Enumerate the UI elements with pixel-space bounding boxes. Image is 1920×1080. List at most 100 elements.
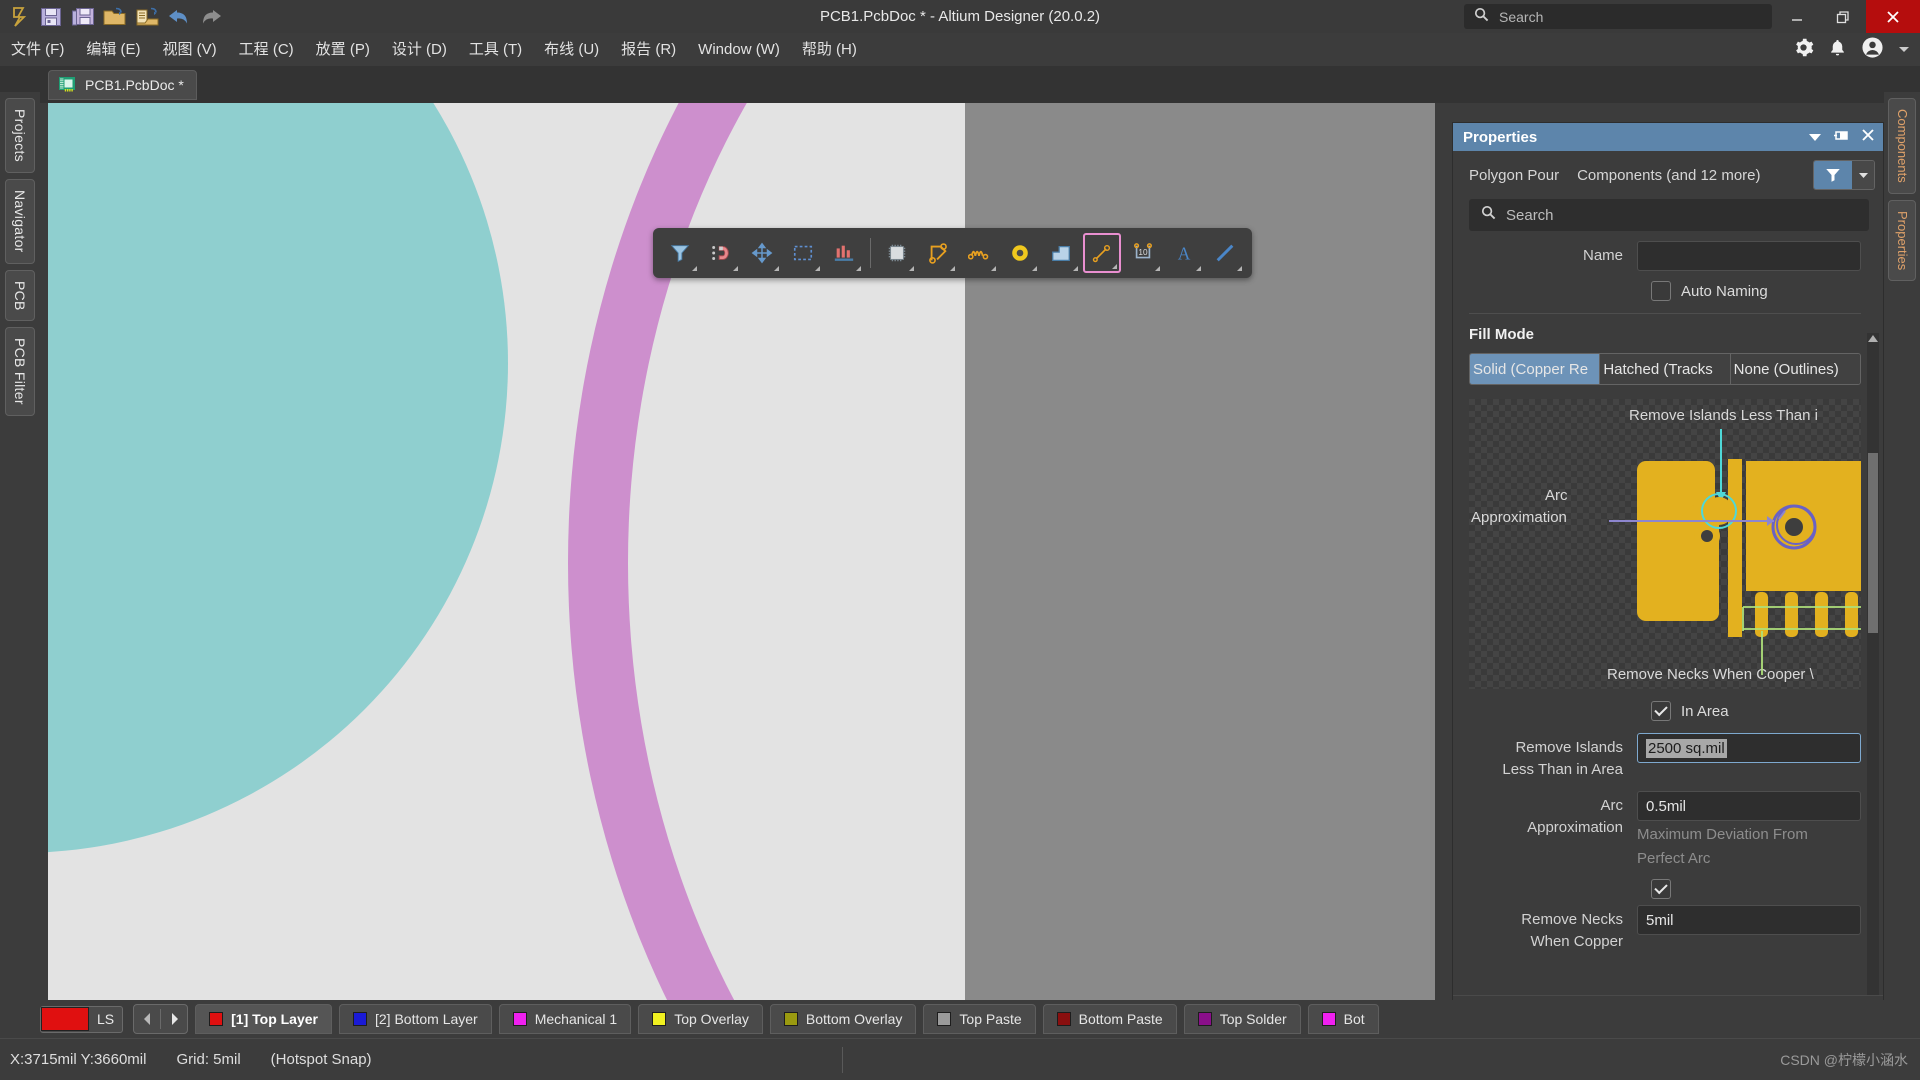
in-area-label: In Area (1681, 702, 1729, 720)
line-point-icon[interactable] (1083, 233, 1121, 273)
chevron-down-icon[interactable] (1808, 129, 1822, 146)
properties-scrollbar-thumb[interactable] (1868, 453, 1878, 633)
undo-icon[interactable] (164, 3, 194, 31)
menu-project[interactable]: 工程 (C) (228, 33, 305, 66)
route-track-icon[interactable] (919, 233, 957, 273)
chevron-left-icon[interactable] (134, 1005, 160, 1033)
snap-magnet-icon[interactable] (702, 233, 740, 273)
layer-tab-mechanical-1[interactable]: Mechanical 1 (498, 1004, 632, 1034)
pcb-canvas[interactable]: 10 A (48, 103, 1435, 1008)
layer-tab-top-overlay[interactable]: Top Overlay (638, 1004, 763, 1034)
properties-search-input[interactable]: Search (1469, 199, 1869, 231)
sidebar-item-navigator[interactable]: Navigator (5, 178, 35, 264)
auto-naming-checkbox[interactable] (1651, 281, 1671, 301)
menu-tools[interactable]: 工具 (T) (458, 33, 533, 66)
properties-scrollbar[interactable] (1867, 333, 1879, 995)
title-bar: PCB1.PcbDoc * - Altium Designer (20.0.2)… (0, 0, 1920, 33)
arc-approximation-input[interactable]: 0.5mil (1637, 791, 1861, 821)
menu-place[interactable]: 放置 (P) (305, 33, 381, 66)
menu-window[interactable]: Window (W) (687, 33, 791, 66)
in-area-checkbox[interactable] (1651, 701, 1671, 721)
close-button[interactable] (1866, 0, 1920, 33)
remove-necks-input[interactable]: 5mil (1637, 905, 1861, 935)
sidebar-item-pcb-filter[interactable]: PCB Filter (5, 327, 35, 417)
minimize-button[interactable] (1774, 0, 1820, 33)
svg-text:10: 10 (1138, 248, 1148, 257)
chevron-right-icon[interactable] (161, 1005, 187, 1033)
fill-mode-segmented-control: Solid (Copper Re Hatched (Tracks None (O… (1469, 353, 1861, 385)
save-all-icon[interactable] (68, 3, 98, 31)
restore-button[interactable] (1820, 0, 1866, 33)
menu-design[interactable]: 设计 (D) (381, 33, 458, 66)
name-row: Name (1469, 241, 1861, 271)
layer-tab-bottom-layer[interactable]: [2] Bottom Layer (339, 1004, 492, 1034)
altium-logo-icon[interactable] (4, 3, 34, 31)
sidebar-item-projects[interactable]: Projects (5, 98, 35, 173)
save-icon[interactable] (36, 3, 66, 31)
object-type-polygon-pour[interactable]: Polygon Pour (1469, 167, 1559, 184)
status-bar: X:3715mil Y:3660mil Grid: 5mil (Hotspot … (0, 1038, 1920, 1080)
status-divider (841, 1046, 843, 1073)
sidebar-item-components[interactable]: Components (1888, 98, 1916, 194)
polygon-pour-icon[interactable] (1042, 233, 1080, 273)
document-tab-strip: PCB1.PcbDoc * (0, 66, 1920, 103)
menu-view[interactable]: 视图 (V) (152, 33, 228, 66)
open-icon[interactable] (100, 3, 130, 31)
layer-tab-top-solder[interactable]: Top Solder (1183, 1004, 1301, 1034)
menu-route[interactable]: 布线 (U) (533, 33, 610, 66)
dimension-icon[interactable]: 10 (1124, 233, 1162, 273)
chevron-down-icon[interactable] (1852, 161, 1874, 189)
layer-tab-label: Bottom Paste (1078, 1011, 1163, 1027)
menu-file[interactable]: 文件 (F) (0, 33, 75, 66)
altium-designer-window: PCB1.PcbDoc * - Altium Designer (20.0.2)… (0, 0, 1920, 1080)
remove-islands-row: Remove Islands Less Than in Area 2500 sq… (1469, 733, 1861, 781)
name-input[interactable] (1637, 241, 1861, 271)
filter-icon[interactable] (1814, 161, 1852, 189)
dock-icon[interactable] (1834, 129, 1849, 146)
redo-icon[interactable] (196, 3, 226, 31)
sidebar-item-pcb[interactable]: PCB (5, 269, 35, 322)
remove-necks-label: Remove Necks When Copper (1469, 905, 1637, 953)
layer-tab-bottom-solder[interactable]: Bot (1307, 1004, 1379, 1034)
remove-islands-input[interactable]: 2500 sq.mil (1637, 733, 1861, 763)
sidebar-item-properties[interactable]: Properties (1888, 199, 1916, 281)
remove-islands-field-wrap: 2500 sq.mil (1637, 733, 1861, 763)
layer-tab-top-layer[interactable]: [1] Top Layer (195, 1004, 332, 1034)
selection-box-icon[interactable] (784, 233, 822, 273)
menu-help[interactable]: 帮助 (H) (791, 33, 868, 66)
right-panel-rail: Components Properties (1884, 92, 1920, 1022)
properties-panel: Properties Polygon Pour Components (and … (1452, 122, 1884, 1022)
via-icon[interactable] (1001, 233, 1039, 273)
layer-tab-top-paste[interactable]: Top Paste (923, 1004, 1036, 1034)
bell-icon[interactable] (1828, 37, 1847, 63)
layer-sets-selector[interactable]: LS (40, 1005, 124, 1033)
open-document-icon[interactable] (132, 3, 162, 31)
layer-tab-label: [1] Top Layer (231, 1011, 318, 1027)
gear-icon[interactable] (1793, 37, 1814, 63)
menu-edit[interactable]: 编辑 (E) (75, 33, 151, 66)
layer-tab-bottom-paste[interactable]: Bottom Paste (1042, 1004, 1177, 1034)
document-tab-pcb1[interactable]: PCB1.PcbDoc * (48, 70, 197, 100)
filter-icon[interactable] (661, 233, 699, 273)
layer-tab-bottom-overlay[interactable]: Bottom Overlay (769, 1004, 917, 1034)
scroll-up-arrow-icon[interactable] (1867, 333, 1879, 345)
watermark-text: CSDN @柠檬小涵水 (1780, 1052, 1908, 1068)
measure-icon[interactable] (825, 233, 863, 273)
line-icon[interactable] (1206, 233, 1244, 273)
close-icon[interactable] (1861, 128, 1875, 146)
chevron-down-icon[interactable] (1898, 41, 1910, 59)
component-chip-icon[interactable] (878, 233, 916, 273)
fill-mode-none[interactable]: None (Outlines) (1730, 354, 1860, 384)
text-string-icon[interactable]: A (1165, 233, 1203, 273)
fill-mode-solid[interactable]: Solid (Copper Re (1470, 354, 1601, 384)
interactive-length-tuning-icon[interactable] (960, 233, 998, 273)
layer-tab-label: [2] Bottom Layer (375, 1011, 478, 1027)
move-cross-icon[interactable] (743, 233, 781, 273)
account-icon[interactable] (1861, 36, 1884, 64)
global-search-input[interactable]: Search (1464, 4, 1772, 29)
fill-mode-hatched[interactable]: Hatched (Tracks (1600, 354, 1731, 384)
menu-reports[interactable]: 报告 (R) (610, 33, 687, 66)
remove-necks-checkbox[interactable] (1651, 879, 1671, 899)
object-type-components[interactable]: Components (and 12 more) (1577, 167, 1760, 184)
layer-color-swatch (783, 1012, 798, 1026)
